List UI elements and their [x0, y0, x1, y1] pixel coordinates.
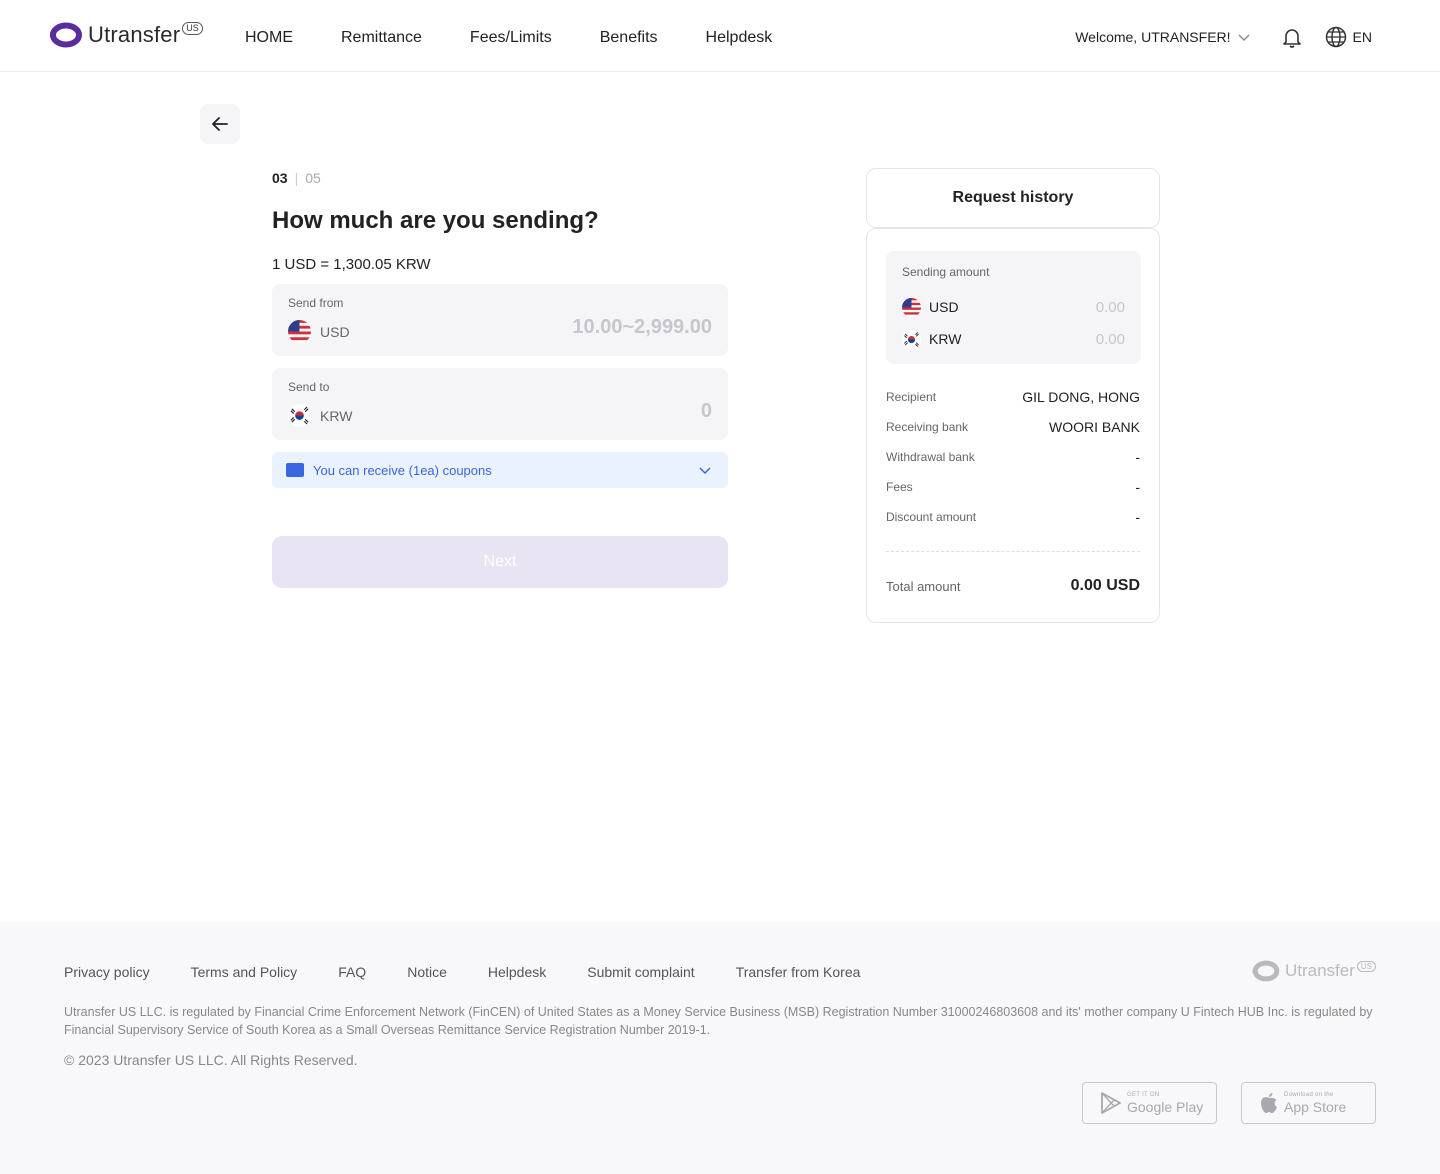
back-button[interactable] — [200, 104, 240, 144]
info-value: - — [1135, 449, 1140, 465]
copyright: © 2023 Utransfer US LLC. All Rights Rese… — [64, 1052, 358, 1068]
main-nav: HOME Remittance Fees/Limits Benefits Hel… — [245, 29, 772, 47]
send-to-currency: KRW — [288, 404, 352, 427]
apple-icon — [1261, 1093, 1277, 1113]
us-flag-icon — [288, 320, 311, 343]
kr-flag-icon — [288, 404, 311, 427]
logo-text: Utransfer — [88, 22, 181, 47]
info-row-recipient: Recipient GIL DONG, HONG — [886, 387, 1140, 407]
send-from-amount-input[interactable]: 10.00~2,999.00 — [572, 316, 712, 339]
send-from-label: Send from — [288, 296, 344, 310]
total-value: 0.00 USD — [1070, 577, 1140, 594]
info-value: GIL DONG, HONG — [1022, 389, 1140, 405]
info-key: Recipient — [886, 390, 937, 404]
info-key: Discount amount — [886, 510, 977, 524]
send-to-amount: 0 — [700, 400, 712, 422]
info-row-fees: Fees - — [886, 477, 1140, 497]
footer-link-complaint[interactable]: Submit complaint — [587, 964, 694, 980]
coupon-banner[interactable]: You can receive (1ea) coupons — [272, 452, 728, 488]
google-play-small: GET IT ON — [1127, 1092, 1160, 1098]
nav-benefits[interactable]: Benefits — [600, 29, 658, 47]
info-value: WOORI BANK — [1048, 419, 1140, 435]
info-row-withdrawal-bank: Withdrawal bank - — [886, 447, 1140, 467]
sending-code: KRW — [929, 331, 962, 347]
welcome-text: Welcome, UTRANSFER! — [1075, 29, 1231, 45]
request-history-title: Request history — [866, 168, 1160, 228]
footer-link-helpdesk[interactable]: Helpdesk — [488, 964, 546, 980]
footer-logo-text: Utransfer — [1284, 961, 1355, 980]
exchange-rate: 1 USD = 1,300.05 KRW — [272, 256, 431, 273]
step-separator: | — [294, 170, 299, 186]
send-to-field[interactable]: Send to KRW 0 — [272, 368, 728, 440]
request-history-card: Sending amount USD 0.00 KRW 0.00 Recipie… — [866, 228, 1160, 623]
page-title: How much are you sending? — [272, 207, 599, 234]
info-row-discount: Discount amount - — [886, 507, 1140, 527]
sending-amount-box: Sending amount USD 0.00 KRW 0.00 — [886, 251, 1141, 364]
globe-icon — [1325, 26, 1346, 48]
step-current: 03 — [272, 170, 288, 186]
step-total: 05 — [305, 170, 321, 186]
send-from-field[interactable]: Send from USD 10.00~2,999.00 — [272, 284, 728, 356]
footer-link-notice[interactable]: Notice — [407, 964, 447, 980]
footer-link-terms[interactable]: Terms and Policy — [191, 964, 298, 980]
send-to-code: KRW — [320, 407, 353, 424]
send-from-currency: USD — [288, 320, 350, 343]
logo-icon — [1252, 960, 1280, 982]
sending-amount-label: Sending amount — [902, 265, 990, 279]
header: Utransfer US HOME Remittance Fees/Limits… — [0, 0, 1440, 72]
app-store-big: App Store — [1284, 1099, 1347, 1115]
nav-helpdesk[interactable]: Helpdesk — [706, 29, 773, 47]
coupon-text: You can receive (1ea) coupons — [313, 462, 492, 478]
footer-link-transfer-korea[interactable]: Transfer from Korea — [736, 964, 861, 980]
sending-code: USD — [929, 299, 959, 315]
sending-row-usd: USD 0.00 — [902, 296, 1125, 318]
divider — [886, 551, 1140, 552]
chevron-down-icon — [699, 467, 711, 475]
footer-logo: Utransfer US — [1251, 960, 1376, 982]
nav-remittance[interactable]: Remittance — [341, 29, 422, 47]
back-arrow-icon — [212, 117, 228, 131]
language-label: EN — [1352, 29, 1372, 45]
total-row: Total amount 0.00 USD — [886, 577, 1140, 595]
chevron-down-icon — [1238, 34, 1250, 41]
footer-link-privacy[interactable]: Privacy policy — [64, 964, 150, 980]
send-from-code: USD — [320, 323, 350, 340]
footer-link-faq[interactable]: FAQ — [338, 964, 366, 980]
step-indicator: 03 | 05 — [272, 170, 321, 186]
coupon-icon — [286, 463, 304, 477]
sending-value: 0.00 — [1095, 330, 1125, 348]
info-key: Fees — [886, 480, 913, 494]
info-value: - — [1135, 509, 1140, 525]
footer: Privacy policy Terms and Policy FAQ Noti… — [0, 922, 1440, 1174]
logo-badge: US — [182, 21, 203, 35]
logo[interactable]: Utransfer US — [48, 21, 203, 48]
legal-text: Utransfer US LLC. is regulated by Financ… — [64, 1005, 1373, 1037]
google-play-button[interactable]: GET IT ON Google Play — [1082, 1082, 1217, 1124]
info-key: Receiving bank — [886, 420, 969, 434]
nav-home[interactable]: HOME — [245, 29, 293, 47]
logo-icon — [50, 22, 82, 48]
info-row-receiving-bank: Receiving bank WOORI BANK — [886, 417, 1140, 437]
kr-flag-icon — [902, 329, 921, 349]
footer-links: Privacy policy Terms and Policy FAQ Noti… — [64, 964, 860, 980]
google-play-icon — [1101, 1092, 1121, 1114]
bell-icon[interactable] — [1281, 26, 1303, 48]
info-value: - — [1135, 479, 1140, 495]
nav-fees-limits[interactable]: Fees/Limits — [470, 29, 552, 47]
total-label: Total amount — [886, 578, 961, 594]
footer-logo-badge: US — [1356, 960, 1376, 972]
next-button[interactable]: Next — [272, 536, 728, 588]
user-menu[interactable]: Welcome, UTRANSFER! — [1075, 29, 1250, 45]
info-key: Withdrawal bank — [886, 450, 975, 464]
app-store-small: Download on the — [1284, 1092, 1334, 1098]
language-selector[interactable]: EN — [1325, 26, 1372, 48]
user-area: Welcome, UTRANSFER! EN — [1075, 26, 1372, 48]
send-to-label: Send to — [288, 380, 330, 394]
google-play-big: Google Play — [1127, 1099, 1204, 1115]
us-flag-icon — [902, 297, 921, 317]
sending-value: 0.00 — [1095, 298, 1125, 316]
sending-row-krw: KRW 0.00 — [902, 328, 1125, 350]
app-store-button[interactable]: Download on the App Store — [1241, 1082, 1376, 1124]
